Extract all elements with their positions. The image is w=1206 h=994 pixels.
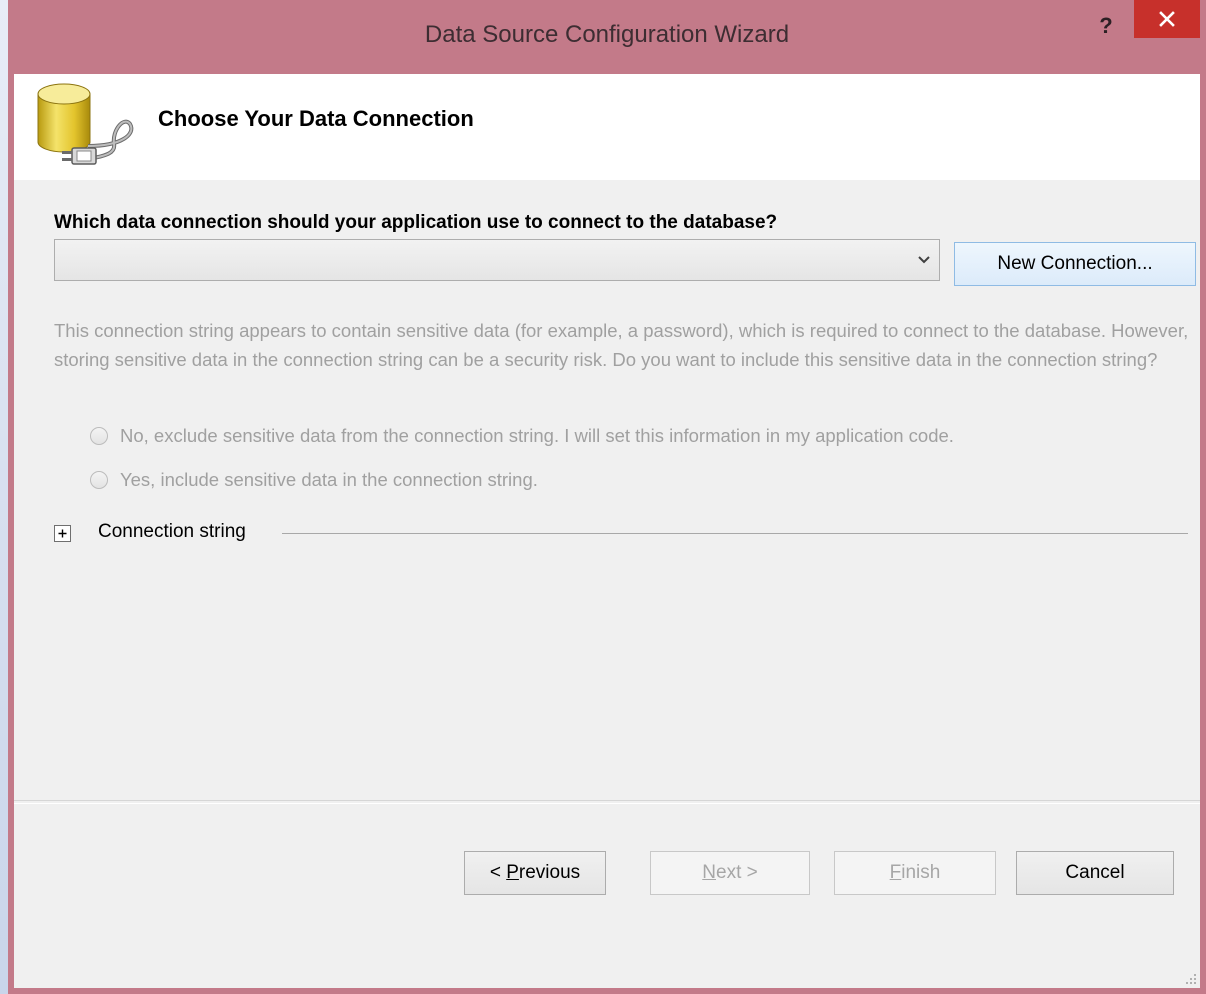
new-connection-button[interactable]: New Connection... [954, 242, 1196, 286]
data-connection-dropdown[interactable] [54, 239, 940, 281]
next-accelerator: N [702, 862, 716, 883]
connection-string-divider [282, 533, 1188, 534]
previous-accelerator: P [506, 862, 519, 883]
exclude-radio-label: No, exclude sensitive data from the conn… [120, 425, 954, 446]
next-button[interactable]: Next > [650, 851, 810, 895]
next-label-rest: ext > [716, 862, 758, 883]
include-sensitive-option[interactable]: Yes, include sensitive data in the conne… [90, 467, 538, 493]
previous-label-rest: revious [518, 862, 581, 883]
chevron-down-icon [918, 256, 930, 264]
connection-string-label[interactable]: Connection string [98, 521, 246, 543]
close-icon [1159, 11, 1175, 27]
previous-button[interactable]: < Previous [464, 851, 606, 895]
finish-accelerator: F [889, 862, 902, 883]
finish-label-rest: inish [901, 862, 941, 883]
finish-button[interactable]: Finish [834, 851, 996, 895]
cancel-button[interactable]: Cancel [1016, 851, 1174, 895]
connection-question: Which data connection should your applic… [54, 212, 778, 233]
help-button[interactable]: ? [1084, 8, 1128, 44]
resize-grip-icon[interactable] [1184, 972, 1198, 986]
database-plug-icon [37, 83, 134, 165]
close-button[interactable] [1134, 0, 1200, 38]
footer-separator [14, 800, 1200, 804]
title-bar[interactable]: Data Source Configuration Wizard ? [8, 0, 1206, 74]
window-title: Data Source Configuration Wizard [424, 21, 790, 48]
include-radio-label: Yes, include sensitive data in the conne… [120, 469, 538, 490]
wizard-client-area: Choose Your Data Connection Which data c… [14, 74, 1200, 988]
wizard-window: Data Source Configuration Wizard ? Choos… [8, 0, 1206, 994]
page-title: Choose Your Data Connection [158, 106, 474, 131]
sensitive-data-description: This connection string appears to contai… [54, 320, 1189, 370]
previous-prefix: < [489, 862, 507, 883]
exclude-sensitive-option[interactable]: No, exclude sensitive data from the conn… [90, 423, 954, 449]
plus-icon [58, 529, 67, 538]
exclude-radio[interactable] [90, 427, 108, 445]
connection-string-expander[interactable] [54, 525, 71, 542]
wizard-header: Choose Your Data Connection [14, 74, 1200, 180]
include-radio[interactable] [90, 471, 108, 489]
